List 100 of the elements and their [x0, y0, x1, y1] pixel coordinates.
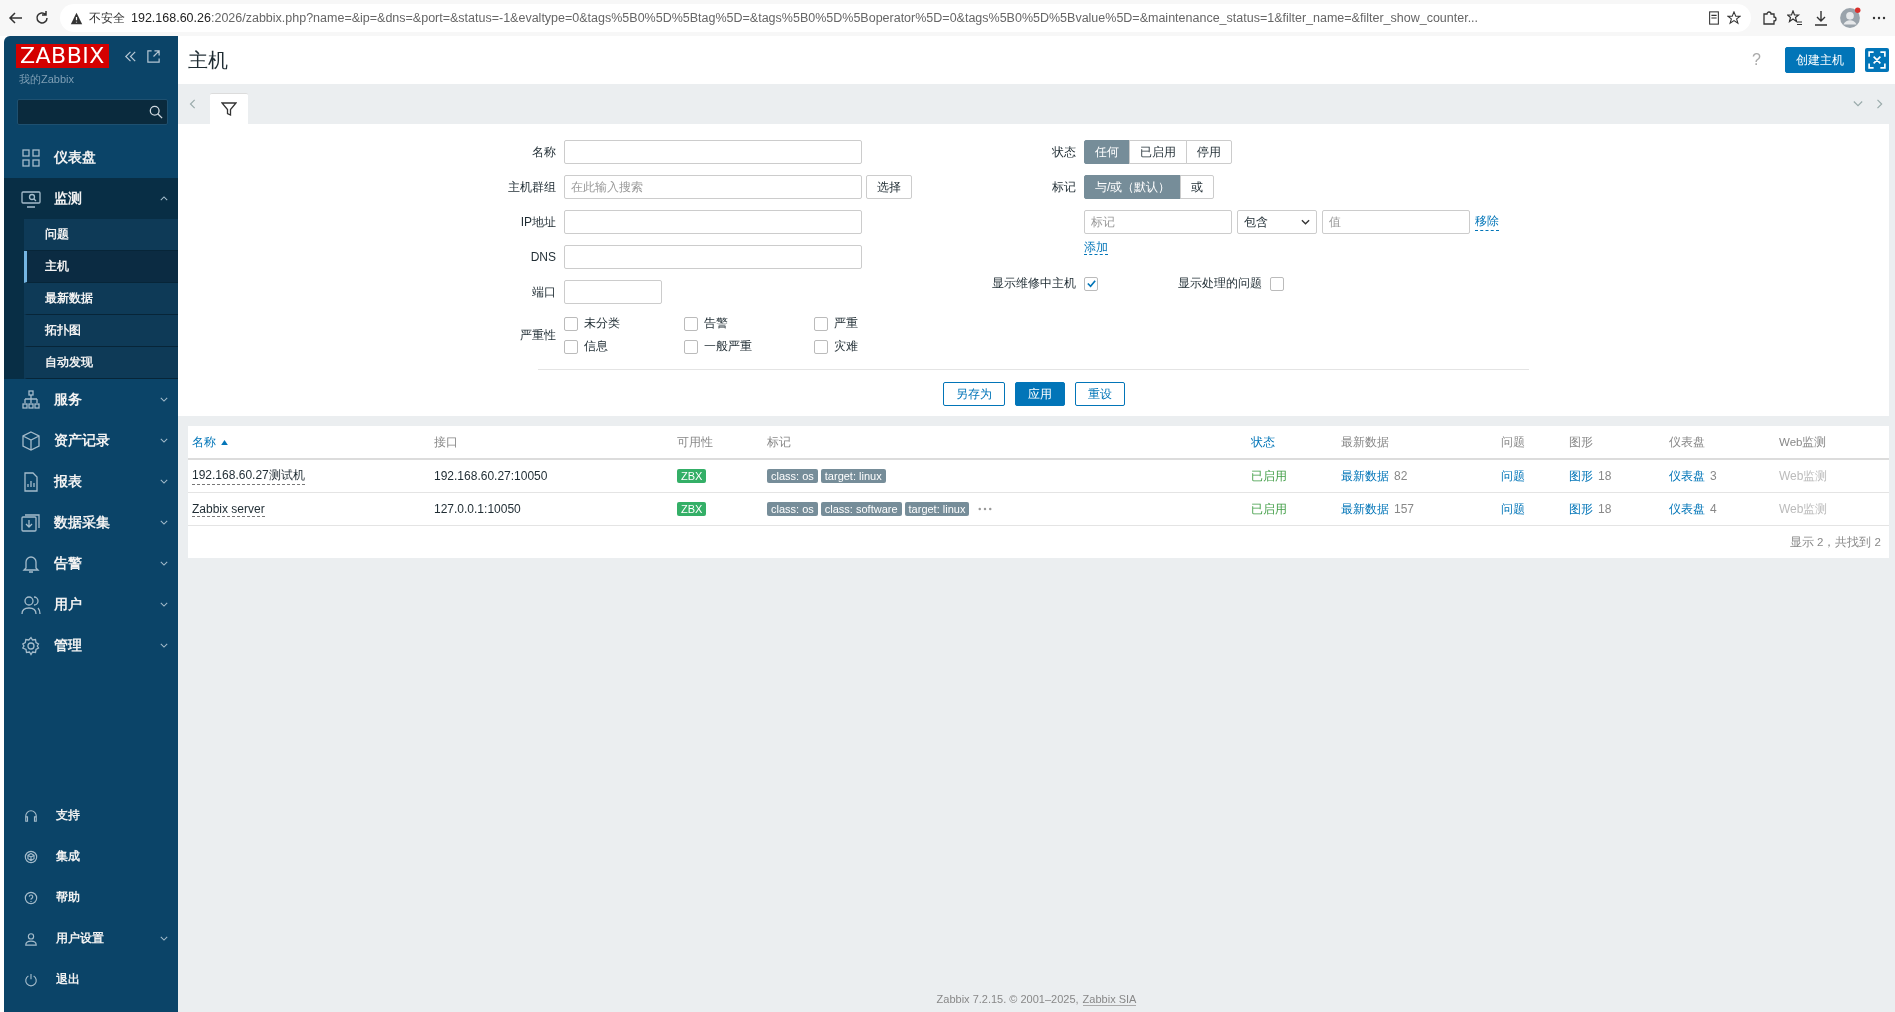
- menu-item[interactable]: 退出: [4, 959, 178, 1000]
- box-icon: [21, 430, 41, 451]
- caret-icon: [1301, 219, 1310, 225]
- host-link[interactable]: Zabbix server: [192, 501, 265, 517]
- table-summary: 显示 2，共找到 2: [1789, 534, 1881, 550]
- chevron-icon: [160, 643, 168, 648]
- menu-item[interactable]: 仪表盘: [4, 137, 178, 178]
- submenu-item[interactable]: 最新数据: [24, 283, 178, 315]
- gear-icon: [21, 635, 41, 656]
- input-field[interactable]: [564, 245, 862, 269]
- download-icon[interactable]: [1813, 10, 1829, 26]
- reader-icon[interactable]: [1707, 11, 1721, 25]
- menu-item[interactable]: 集成: [4, 836, 178, 877]
- reload-icon[interactable]: [34, 10, 50, 26]
- add-link[interactable]: 添加: [1084, 240, 1108, 255]
- menu-item[interactable]: 数据采集: [4, 502, 178, 543]
- back-arrow-icon[interactable]: [8, 10, 24, 26]
- warning-icon: [70, 11, 83, 25]
- checkbox[interactable]: [564, 316, 578, 331]
- column-header[interactable]: 名称: [192, 434, 434, 450]
- status-link[interactable]: 已启用: [1251, 500, 1287, 518]
- filter-button[interactable]: 应用: [1014, 382, 1065, 406]
- menu-item[interactable]: 报表: [4, 461, 178, 502]
- checkbox-label: 灾难: [834, 338, 858, 355]
- table-cell: 127.0.0.1:10050: [434, 502, 521, 516]
- tag-badge: target: linux: [820, 469, 886, 483]
- tag-badge: class: os: [767, 469, 818, 483]
- input-field[interactable]: 在此输入搜索: [564, 175, 862, 199]
- value-field[interactable]: 值: [1322, 210, 1470, 234]
- favorites-icon[interactable]: [1787, 10, 1803, 26]
- submenu-item[interactable]: 问题: [24, 219, 178, 251]
- menu-item[interactable]: 支持: [4, 795, 178, 836]
- submenu-item[interactable]: 拓扑图: [24, 315, 178, 347]
- host-link[interactable]: 192.168.60.27测试机: [192, 467, 305, 485]
- address-bar[interactable]: [60, 4, 1751, 32]
- checkbox-label: 未分类: [584, 315, 620, 332]
- create-host-button[interactable]: 创建主机: [1785, 47, 1855, 73]
- menu-item[interactable]: 服务: [4, 379, 178, 420]
- submenu-item[interactable]: 自动发现: [24, 347, 178, 379]
- menu-item[interactable]: 监测: [4, 178, 178, 219]
- filter-tab[interactable]: [210, 93, 248, 124]
- chevron-down-icon[interactable]: [1853, 99, 1863, 109]
- table-cell: 192.168.60.27:10050: [434, 469, 548, 483]
- column-header[interactable]: 状态: [1251, 434, 1341, 450]
- menu-item[interactable]: 资产记录: [4, 420, 178, 461]
- chevron-icon: [160, 479, 168, 484]
- problems-link[interactable]: 问题: [1501, 500, 1525, 518]
- input-field[interactable]: [564, 280, 662, 304]
- menu-item[interactable]: 告警: [4, 543, 178, 584]
- chevron-left-icon[interactable]: [188, 99, 198, 109]
- field-label: 主机群组: [508, 178, 556, 196]
- page-title: 主机: [188, 47, 229, 73]
- web-monitoring-text: Web监测: [1779, 467, 1828, 485]
- input-field[interactable]: [564, 140, 862, 164]
- checkbox[interactable]: [564, 339, 578, 354]
- chevron-icon: [160, 397, 168, 402]
- column-header: 接口: [434, 434, 459, 450]
- select-button[interactable]: 选择: [866, 175, 912, 199]
- problems-link[interactable]: 问题: [1501, 467, 1525, 485]
- status-link[interactable]: 已启用: [1251, 467, 1287, 485]
- input-field[interactable]: [564, 210, 862, 234]
- menu-item[interactable]: 用户设置: [4, 918, 178, 959]
- star-icon[interactable]: [1727, 11, 1741, 25]
- zabbix-logo[interactable]: ZABBIX: [16, 44, 109, 68]
- dashboard-link[interactable]: 我的Zabbix: [4, 68, 75, 87]
- segment-button[interactable]: 已启用: [1129, 140, 1187, 164]
- remove-link[interactable]: 移除: [1475, 213, 1499, 231]
- checkbox[interactable]: [1084, 276, 1098, 291]
- menu-item[interactable]: 管理: [4, 625, 178, 666]
- fullscreen-button[interactable]: [1865, 48, 1889, 72]
- checkbox-label: 信息: [584, 338, 608, 355]
- menu-item[interactable]: 用户: [4, 584, 178, 625]
- checkbox[interactable]: [814, 316, 828, 331]
- checkbox[interactable]: [684, 316, 698, 331]
- operator-dropdown[interactable]: 包含: [1237, 210, 1317, 234]
- headset-icon: [24, 808, 38, 823]
- filter-button[interactable]: 重设: [1074, 382, 1125, 406]
- checkbox[interactable]: [1270, 276, 1284, 291]
- extensions-icon[interactable]: [1761, 10, 1777, 26]
- menu-item[interactable]: 帮助: [4, 877, 178, 918]
- filter-button[interactable]: 另存为: [942, 382, 1005, 406]
- segment-button[interactable]: 或: [1180, 175, 1215, 199]
- graphs-link[interactable]: 图形: [1569, 467, 1593, 485]
- avatar-icon[interactable]: [1839, 7, 1861, 29]
- checkbox[interactable]: [814, 339, 828, 354]
- checkbox[interactable]: [684, 339, 698, 354]
- submenu-item[interactable]: 主机: [24, 251, 178, 283]
- checkbox-label: 一般严重: [704, 338, 752, 355]
- graphs-link[interactable]: 图形: [1569, 500, 1593, 518]
- dashboards-link[interactable]: 仪表盘: [1669, 467, 1705, 485]
- latest-data-link[interactable]: 最新数据: [1341, 500, 1389, 518]
- chevron-right-icon[interactable]: [1875, 99, 1885, 109]
- kiosk-icon[interactable]: [145, 48, 161, 64]
- search-field[interactable]: [17, 99, 168, 125]
- field-label: 名称: [531, 143, 556, 161]
- dashboards-link[interactable]: 仪表盘: [1669, 500, 1705, 518]
- column-header: 仪表盘: [1669, 434, 1706, 450]
- latest-data-link[interactable]: 最新数据: [1341, 467, 1389, 485]
- tag-field[interactable]: 标记: [1084, 210, 1232, 234]
- segment-button[interactable]: 停用: [1186, 140, 1232, 164]
